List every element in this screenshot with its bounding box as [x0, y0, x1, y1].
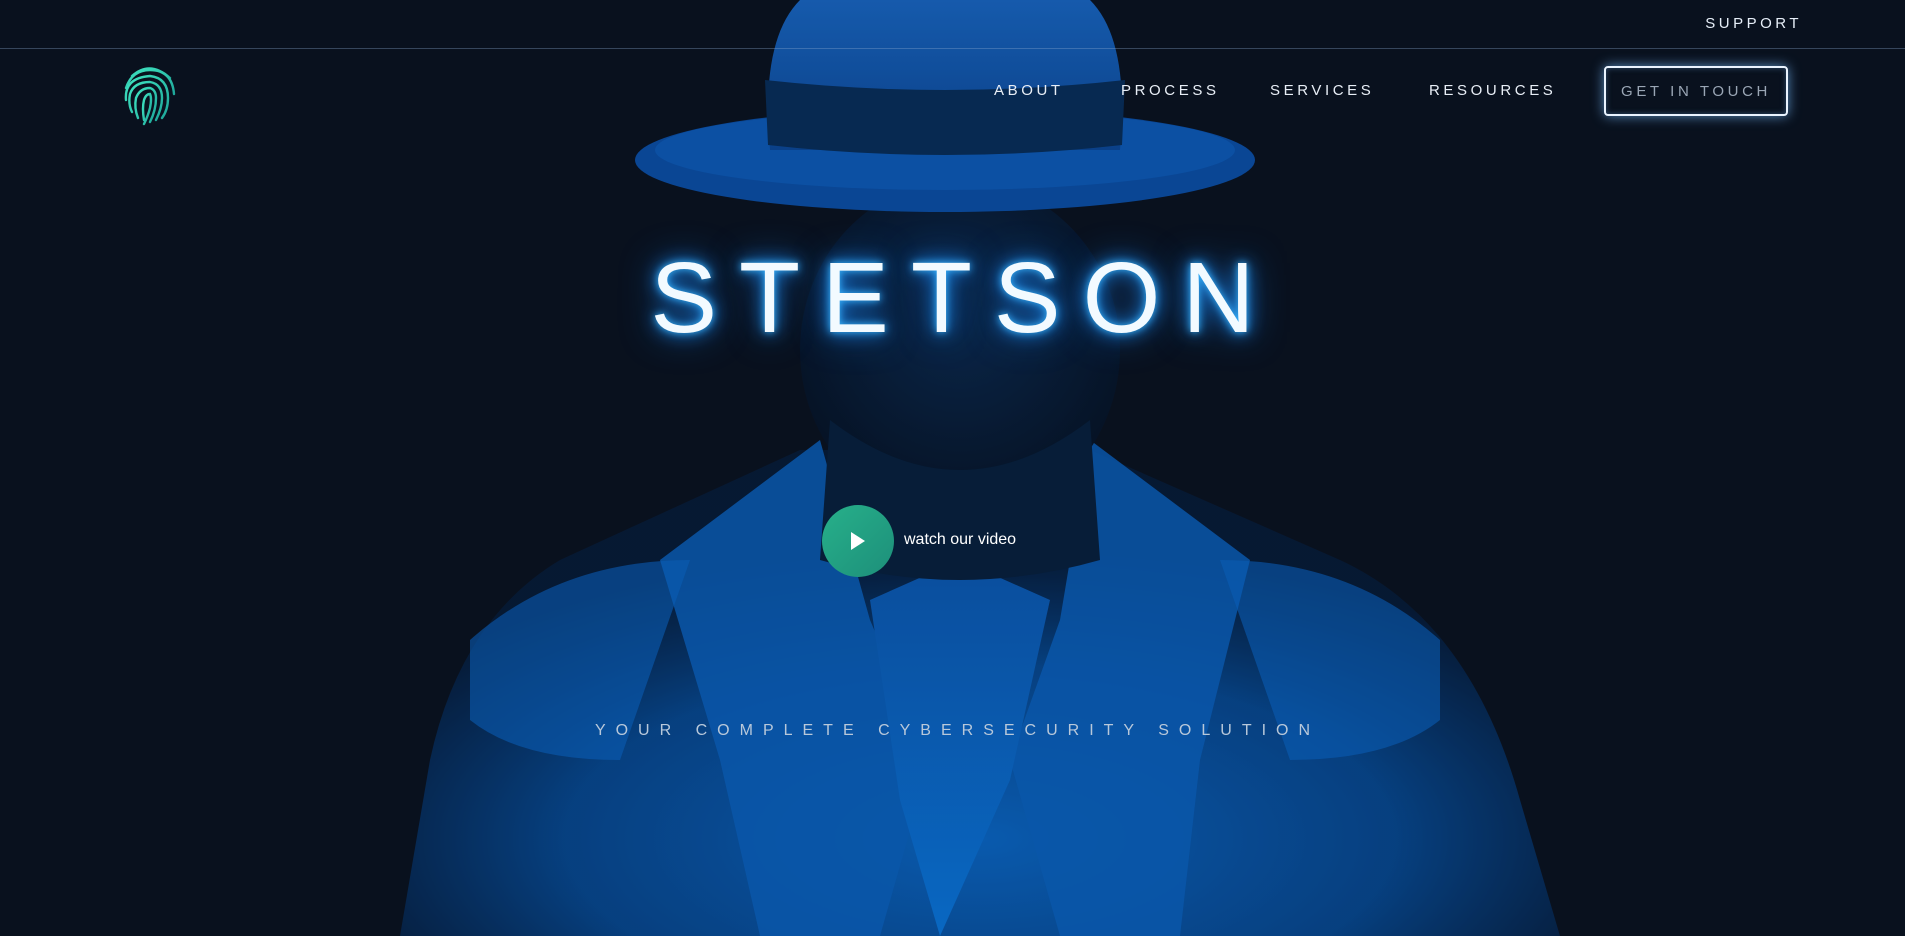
hero-background-image: [0, 0, 1905, 936]
top-bar: SUPPORT: [0, 0, 1905, 49]
hero-tagline: YOUR COMPLETE CYBERSECURITY SOLUTION: [594, 722, 1321, 739]
nav-item-process[interactable]: PROCESS: [1121, 82, 1220, 99]
hero-title: STETSON: [650, 242, 1277, 354]
nav-item-about[interactable]: ABOUT: [994, 82, 1064, 99]
watch-video-link[interactable]: watch our video: [904, 531, 1016, 549]
nav-item-services[interactable]: SERVICES: [1270, 82, 1374, 99]
play-video-button[interactable]: [822, 505, 894, 577]
page: SUPPORT ABOUT PROCESS SERVICES RESOURCES…: [0, 0, 1905, 936]
get-in-touch-button[interactable]: GET IN TOUCH: [1604, 66, 1788, 116]
support-link[interactable]: SUPPORT: [1705, 15, 1802, 32]
play-icon: [851, 532, 865, 550]
nav-item-resources[interactable]: RESOURCES: [1429, 82, 1556, 99]
